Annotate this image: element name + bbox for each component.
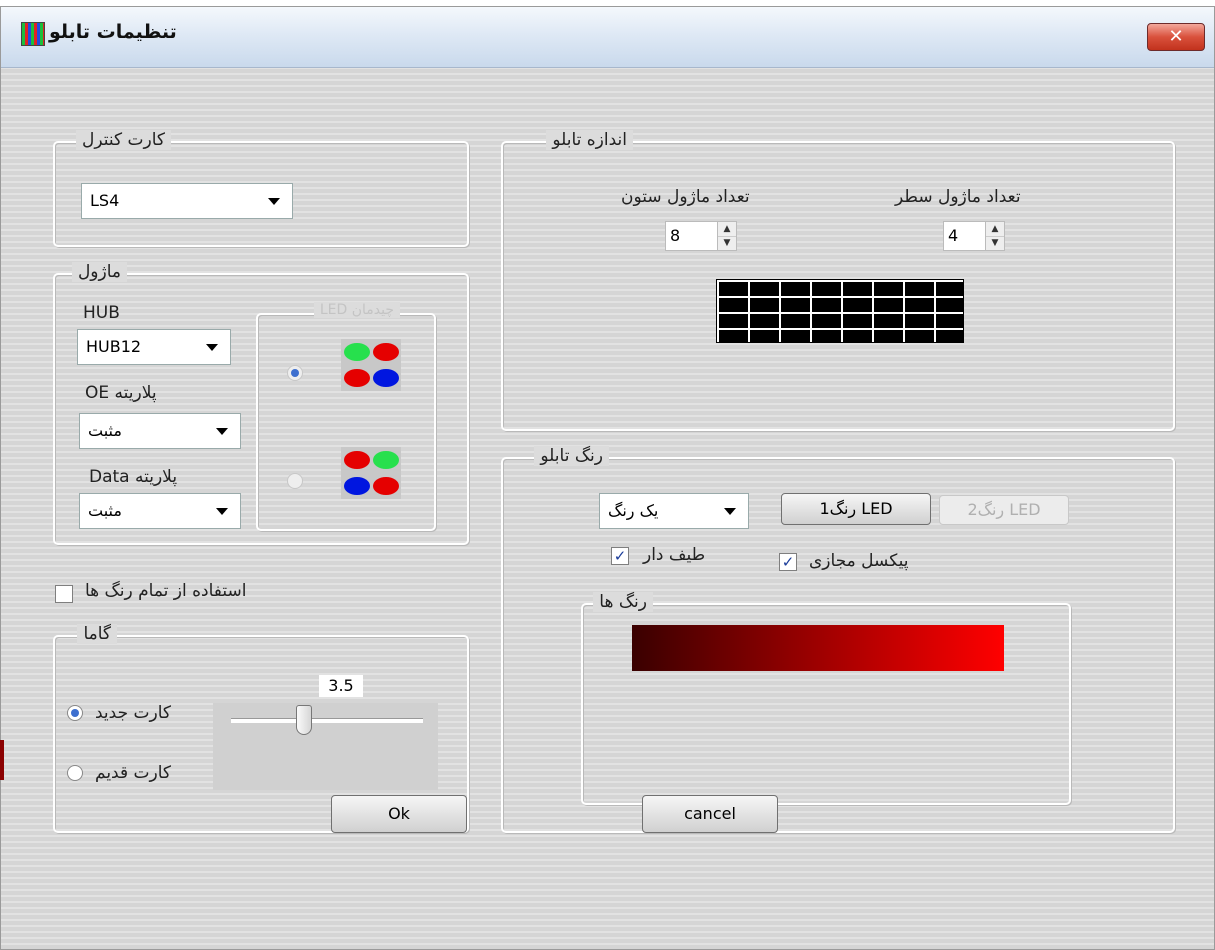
all-colors-label: استفاده از تمام رنگ ها	[85, 581, 247, 601]
column-count-label: تعداد ماژول ستون	[621, 187, 750, 207]
color-gradient-bar[interactable]	[632, 625, 1004, 671]
board-size-legend: اندازه تابلو	[546, 130, 633, 150]
background-edge	[0, 740, 4, 780]
control-card-select[interactable]: LS4	[81, 183, 293, 219]
spectrum-label: طیف دار	[643, 545, 706, 565]
oe-polarity-select[interactable]: مثبت	[79, 413, 241, 449]
spinner-down-icon[interactable]: ▼	[986, 236, 1004, 250]
chevron-down-icon	[206, 344, 218, 351]
board-color-legend: رنگ تابلو	[534, 446, 609, 466]
virtual-pixel-checkbox[interactable]: ✓	[779, 553, 797, 571]
chevron-down-icon	[724, 508, 736, 515]
data-polarity-label: پلاریته Data	[89, 467, 178, 487]
app-icon	[21, 22, 45, 46]
spinner-down-icon[interactable]: ▼	[718, 236, 736, 250]
chevron-down-icon	[268, 198, 280, 205]
window-title: تنظیمات تابلو	[49, 21, 177, 43]
oe-polarity-label: پلاریته OE	[85, 383, 157, 403]
new-card-label: کارت جدید	[95, 703, 171, 723]
module-legend: ماژول	[71, 262, 127, 282]
hub-select[interactable]: HUB12	[77, 329, 231, 365]
new-card-radio[interactable]	[67, 705, 83, 721]
row-count-label: تعداد ماژول سطر	[895, 187, 1021, 207]
led1-color-button[interactable]: رنگ1 LED	[781, 493, 931, 525]
data-polarity-select[interactable]: مثبت	[79, 493, 241, 529]
cancel-button[interactable]: cancel	[642, 795, 778, 833]
gamma-value: 3.5	[319, 675, 363, 697]
virtual-pixel-label: پیکسل مجازی	[809, 551, 909, 571]
gamma-slider-panel	[213, 703, 438, 790]
chevron-down-icon	[216, 428, 228, 435]
gamma-legend: گاما	[77, 624, 117, 644]
ok-button[interactable]: Ok	[331, 795, 467, 833]
led-layout-1-radio[interactable]	[287, 365, 303, 381]
all-colors-checkbox[interactable]	[55, 585, 73, 603]
column-count-spinner[interactable]: 8 ▲ ▼	[665, 221, 737, 251]
led-layout-2	[341, 447, 401, 499]
led-layout-1	[341, 339, 401, 391]
spinner-up-icon[interactable]: ▲	[718, 222, 736, 237]
chevron-down-icon	[216, 508, 228, 515]
old-card-label: کارت قدیم	[95, 763, 171, 783]
color-mode-select[interactable]: یک رنگ	[599, 493, 749, 529]
settings-window: تنظیمات تابلو ✕ کارت کنترل LS4 ماژول HUB…	[0, 6, 1215, 950]
row-count-spinner[interactable]: 4 ▲ ▼	[943, 221, 1005, 251]
spinner-up-icon[interactable]: ▲	[986, 222, 1004, 237]
gamma-slider-track[interactable]	[231, 718, 423, 723]
led-layout-2-radio[interactable]	[287, 473, 303, 489]
control-card-legend: کارت کنترل	[76, 130, 171, 150]
board-preview-grid	[716, 279, 964, 343]
spectrum-checkbox[interactable]: ✓	[611, 547, 629, 565]
title-bar: تنظیمات تابلو ✕	[1, 7, 1214, 68]
colors-legend: رنگ ها	[593, 592, 653, 612]
led-layout-legend: چیدمان LED	[313, 302, 400, 318]
led2-color-button[interactable]: رنگ2 LED	[939, 495, 1069, 525]
gamma-slider-thumb[interactable]	[295, 705, 312, 735]
old-card-radio[interactable]	[67, 765, 83, 781]
close-button[interactable]: ✕	[1147, 23, 1205, 51]
hub-label: HUB	[83, 303, 120, 323]
